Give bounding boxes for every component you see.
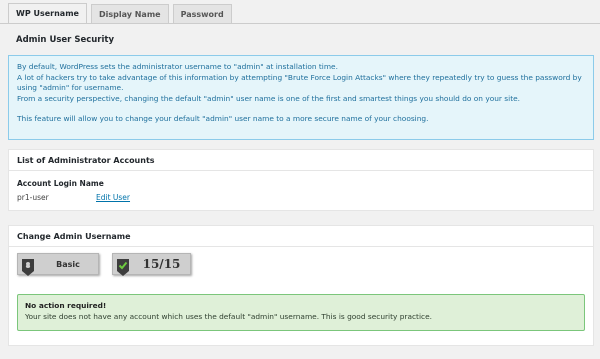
- info-notice: By default, WordPress sets the administr…: [8, 55, 594, 140]
- admin-accounts-table: Account Login Name pr1-user Edit User: [9, 171, 593, 202]
- column-header-login: Account Login Name: [17, 179, 104, 188]
- badges: Basic 15/15: [17, 253, 191, 276]
- success-text: Your site does not have any account whic…: [25, 312, 432, 321]
- level-badge: Basic: [17, 253, 99, 276]
- page-title: Admin User Security: [16, 35, 115, 45]
- edit-user-link[interactable]: Edit User: [96, 193, 130, 202]
- tab-display-name[interactable]: Display Name: [90, 4, 169, 23]
- level-label: Basic: [56, 259, 80, 269]
- info-line-3: From a security perspective, changing th…: [17, 93, 521, 103]
- admin-accounts-panel: List of Administrator Accounts Account L…: [8, 149, 594, 211]
- tab-wp-username[interactable]: WP Username: [8, 3, 87, 23]
- score-label: 15/15: [142, 257, 181, 271]
- shield-icon: [18, 255, 38, 279]
- info-line-4: This feature will allow you to change yo…: [17, 114, 429, 123]
- table-row: pr1-user Edit User: [17, 193, 585, 202]
- info-line-2: A lot of hackers try to take advantage o…: [17, 72, 582, 93]
- shield-check-icon: [113, 255, 133, 279]
- success-notice: No action required! Your site does not h…: [17, 294, 585, 331]
- info-line-1: By default, WordPress sets the administr…: [17, 62, 338, 71]
- admin-accounts-title: List of Administrator Accounts: [9, 150, 593, 171]
- change-admin-panel: Change Admin Username Basic 15/15 No act…: [8, 225, 594, 346]
- tab-divider: [0, 23, 600, 24]
- success-title: No action required!: [25, 301, 107, 310]
- tab-password[interactable]: Password: [172, 4, 232, 23]
- account-login-name: pr1-user: [17, 193, 49, 202]
- score-badge: 15/15: [112, 253, 191, 276]
- change-admin-title: Change Admin Username: [9, 226, 593, 247]
- tab-bar: WP Username Display Name Password: [8, 3, 236, 23]
